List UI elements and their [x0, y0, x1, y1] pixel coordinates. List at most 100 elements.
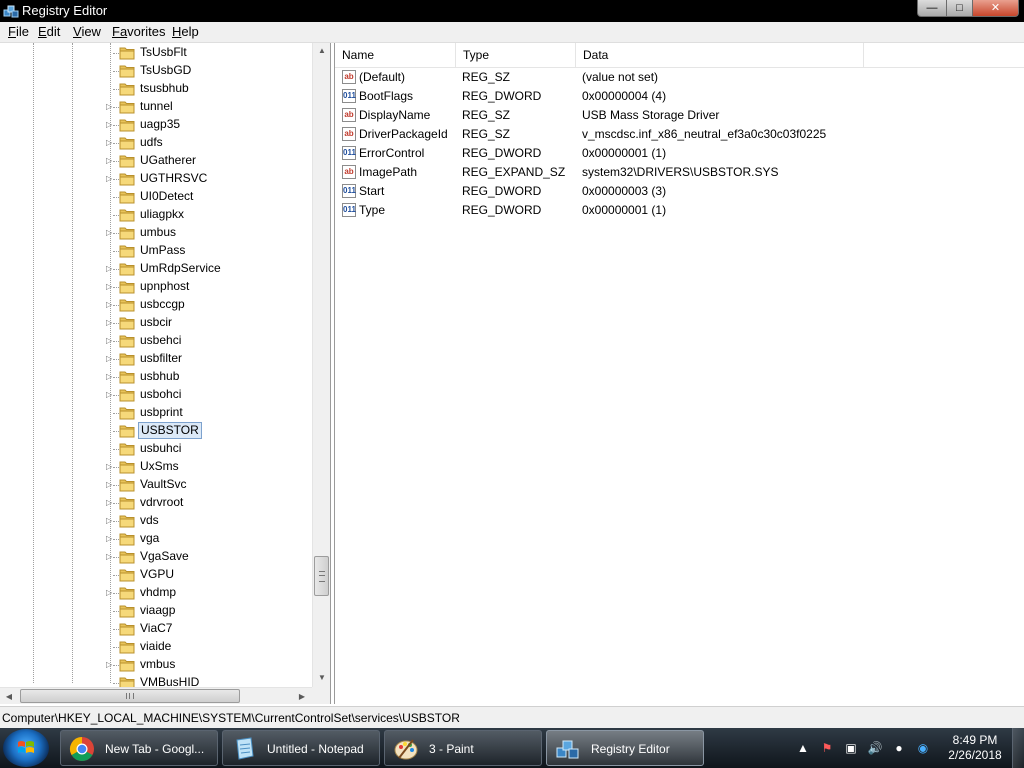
tree-horizontal-scrollbar[interactable]: ◀ ▶ — [0, 687, 312, 704]
tree-item[interactable]: ▷ tunnel — [0, 98, 312, 116]
tree-item[interactable]: UmPass — [0, 242, 312, 260]
tree-item[interactable]: ▷ UGTHRSVC — [0, 170, 312, 188]
clock[interactable]: 8:49 PM 2/26/2018 — [944, 733, 1006, 763]
maximize-button[interactable]: □ — [946, 0, 973, 17]
tree-item[interactable]: ▷ vmbus — [0, 656, 312, 674]
menu-view[interactable]: View — [73, 25, 101, 39]
expand-arrow-icon[interactable]: ▷ — [106, 354, 114, 364]
value-row[interactable]: 011 Type REG_DWORD 0x00000001 (1) — [335, 201, 1024, 220]
scroll-up-arrow-icon[interactable]: ▲ — [313, 43, 330, 59]
taskbar-button-registry-editor[interactable]: Registry Editor — [546, 730, 704, 766]
tree-item[interactable]: VGPU — [0, 566, 312, 584]
value-row[interactable]: ab DriverPackageId REG_SZ v_mscdsc.inf_x86_… — [335, 125, 1024, 144]
tree-item[interactable]: ▷ udfs — [0, 134, 312, 152]
expand-arrow-icon[interactable]: ▷ — [106, 174, 114, 184]
network-icon[interactable]: ▣ — [843, 740, 859, 756]
expand-arrow-icon[interactable]: ▷ — [106, 480, 114, 490]
expand-arrow-icon[interactable]: ▷ — [106, 138, 114, 148]
system-tray-app-icon[interactable]: ● — [891, 740, 907, 756]
tree-item[interactable]: ▷ vhdmp — [0, 584, 312, 602]
tree-item[interactable]: ▷ umbus — [0, 224, 312, 242]
expand-arrow-icon[interactable]: ▷ — [106, 516, 114, 526]
tree-item[interactable]: viaide — [0, 638, 312, 656]
value-row[interactable]: ab ImagePath REG_EXPAND_SZ system32\DRIVERS… — [335, 163, 1024, 182]
start-button[interactable] — [3, 729, 49, 767]
tree-item[interactable]: uliagpkx — [0, 206, 312, 224]
tree-item[interactable]: USBSTOR — [0, 422, 312, 440]
expand-arrow-icon[interactable]: ▷ — [106, 660, 114, 670]
value-row[interactable]: 011 ErrorControl REG_DWORD 0x00000001 (1) — [335, 144, 1024, 163]
tree-item[interactable]: ▷ VgaSave — [0, 548, 312, 566]
show-desktop-button[interactable] — [1012, 728, 1024, 768]
value-row[interactable]: ab (Default) REG_SZ (value not set) — [335, 68, 1024, 87]
taskbar-button-paint[interactable]: 3 - Paint — [384, 730, 542, 766]
tree-item[interactable]: ▷ VaultSvc — [0, 476, 312, 494]
expand-arrow-icon[interactable]: ▷ — [106, 534, 114, 544]
menu-edit[interactable]: Edit — [38, 25, 60, 39]
expand-arrow-icon[interactable]: ▷ — [106, 120, 114, 130]
expand-arrow-icon[interactable]: ▷ — [106, 282, 114, 292]
expand-arrow-icon[interactable]: ▷ — [106, 588, 114, 598]
volume-icon[interactable]: 🔊 — [867, 740, 883, 756]
menu-file[interactable]: File — [8, 25, 29, 39]
tree-item[interactable]: viaagp — [0, 602, 312, 620]
horizontal-scroll-thumb[interactable] — [20, 689, 240, 703]
tree-item[interactable]: usbprint — [0, 404, 312, 422]
value-row[interactable]: 011 BootFlags REG_DWORD 0x00000004 (4) — [335, 87, 1024, 106]
taskbar-button-chrome[interactable]: New Tab - Googl... — [60, 730, 218, 766]
taskbar-button-notepad[interactable]: Untitled - Notepad — [222, 730, 380, 766]
close-button[interactable]: ✕ — [972, 0, 1019, 17]
expand-arrow-icon[interactable]: ▷ — [106, 372, 114, 382]
menu-help[interactable]: Help — [172, 25, 199, 39]
tree-item[interactable]: tsusbhub — [0, 80, 312, 98]
column-header-type[interactable]: Type — [456, 43, 576, 67]
tree-item[interactable]: ▷ uagp35 — [0, 116, 312, 134]
tree-item[interactable]: ▷ usbfilter — [0, 350, 312, 368]
language-tray-icon[interactable]: ◉ — [915, 740, 931, 756]
scroll-right-arrow-icon[interactable]: ▶ — [294, 688, 310, 704]
values-pane[interactable]: Name Type Data ab (Default) REG_SZ (value n… — [334, 43, 1024, 704]
tree-vertical-scrollbar[interactable]: ▲ ▼ — [312, 43, 330, 687]
scroll-left-arrow-icon[interactable]: ◀ — [1, 688, 17, 704]
expand-arrow-icon[interactable]: ▷ — [106, 336, 114, 346]
tree-item[interactable]: UI0Detect — [0, 188, 312, 206]
expand-arrow-icon[interactable]: ▷ — [106, 264, 114, 274]
expand-arrow-icon[interactable]: ▷ — [106, 318, 114, 328]
value-row[interactable]: ab DisplayName REG_SZ USB Mass Storage Driv… — [335, 106, 1024, 125]
expand-arrow-icon[interactable]: ▷ — [106, 498, 114, 508]
scroll-down-arrow-icon[interactable]: ▼ — [313, 670, 330, 686]
expand-arrow-icon[interactable]: ▷ — [106, 102, 114, 112]
tree-item[interactable]: ▷ vds — [0, 512, 312, 530]
tree-item[interactable]: TsUsbFlt — [0, 44, 312, 62]
expand-arrow-icon[interactable]: ▷ — [106, 156, 114, 166]
expand-arrow-icon[interactable]: ▷ — [106, 552, 114, 562]
show-hidden-icons-icon[interactable]: ▲ — [795, 740, 811, 756]
expand-arrow-icon[interactable]: ▷ — [106, 228, 114, 238]
expand-arrow-icon[interactable]: ▷ — [106, 390, 114, 400]
tree-item[interactable]: ▷ UxSms — [0, 458, 312, 476]
menu-favorites[interactable]: Favorites — [112, 25, 165, 39]
title-bar[interactable]: Registry Editor — □ ✕ — [0, 0, 1024, 22]
column-header-data[interactable]: Data — [576, 43, 864, 67]
tree-item[interactable]: TsUsbGD — [0, 62, 312, 80]
expand-arrow-icon[interactable]: ▷ — [106, 300, 114, 310]
tree-item[interactable]: ▷ vdrvroot — [0, 494, 312, 512]
tree-item[interactable]: usbuhci — [0, 440, 312, 458]
tree-item[interactable]: ▷ upnphost — [0, 278, 312, 296]
tree-item[interactable]: ▷ usbohci — [0, 386, 312, 404]
value-row[interactable]: 011 Start REG_DWORD 0x00000003 (3) — [335, 182, 1024, 201]
column-header-name[interactable]: Name — [335, 43, 456, 67]
tree-item[interactable]: ▷ usbhub — [0, 368, 312, 386]
tree-item[interactable]: ▷ UmRdpService — [0, 260, 312, 278]
tree-item[interactable]: ▷ usbccgp — [0, 296, 312, 314]
minimize-button[interactable]: — — [917, 0, 947, 17]
tree-item[interactable]: ▷ UGatherer — [0, 152, 312, 170]
action-center-flag-icon[interactable]: ⚑ — [819, 740, 835, 756]
tree-item[interactable]: ▷ usbehci — [0, 332, 312, 350]
tree-item[interactable]: ViaC7 — [0, 620, 312, 638]
expand-arrow-icon[interactable]: ▷ — [106, 462, 114, 472]
vertical-scroll-thumb[interactable] — [314, 556, 329, 596]
tree-item[interactable]: ▷ vga — [0, 530, 312, 548]
key-tree-pane[interactable]: TsUsbFlt TsUsbGD tsusbhub ▷ tunnel ▷ uagp35 ▷ ud… — [0, 43, 331, 704]
tree-item[interactable]: ▷ usbcir — [0, 314, 312, 332]
